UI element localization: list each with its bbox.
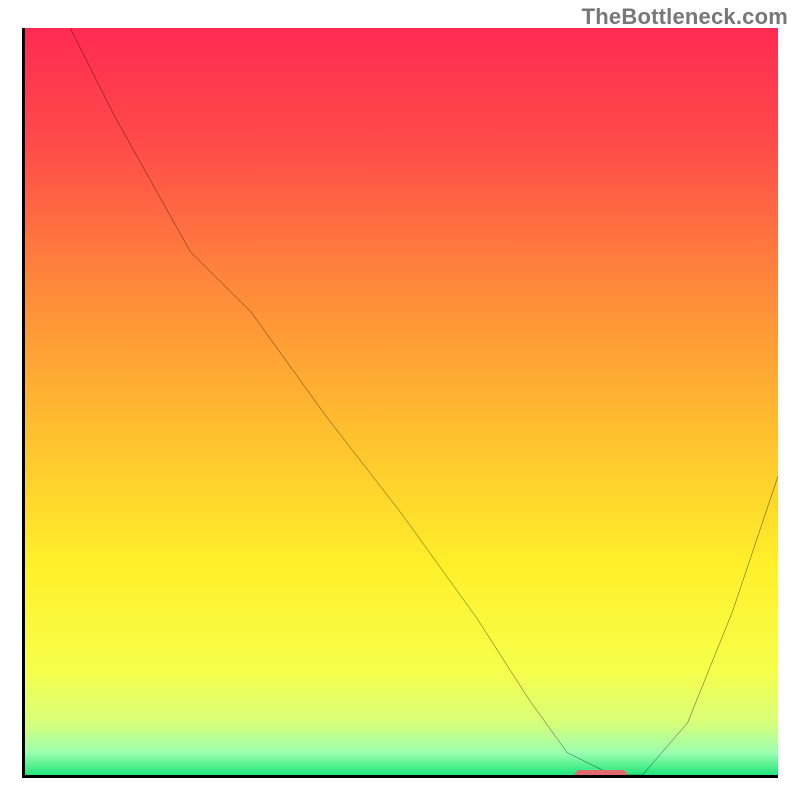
chart-root: TheBottleneck.com bbox=[0, 0, 800, 800]
bottleneck-curve bbox=[25, 28, 778, 775]
watermark-text: TheBottleneck.com bbox=[582, 4, 788, 30]
plot-area bbox=[22, 28, 778, 778]
optimal-range-marker bbox=[575, 770, 628, 778]
